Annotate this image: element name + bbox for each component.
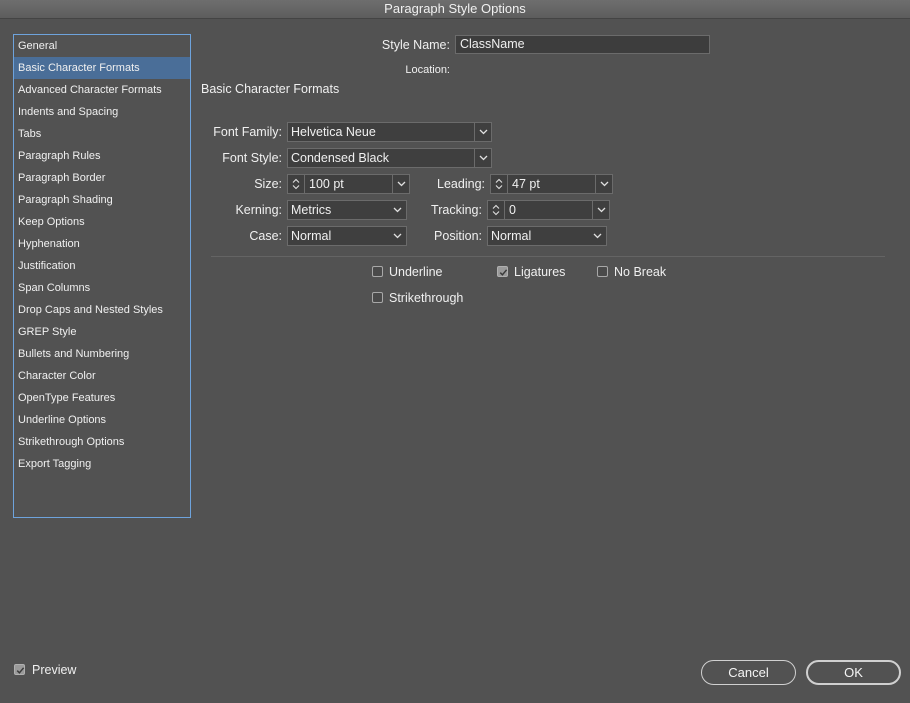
sidebar-item-general[interactable]: General [14, 35, 190, 57]
sidebar-item-indents-and-spacing[interactable]: Indents and Spacing [14, 101, 190, 123]
font-family-label: Font Family: [213, 125, 282, 139]
sidebar-item-hyphenation[interactable]: Hyphenation [14, 233, 190, 255]
checkmark-icon [16, 667, 25, 674]
position-label: Position: [434, 229, 482, 243]
stepper-icon[interactable] [491, 175, 508, 193]
font-style-value: Condensed Black [291, 151, 389, 165]
no-break-label: No Break [614, 265, 667, 279]
style-name-label: Style Name: [381, 38, 450, 52]
window-title: Paragraph Style Options [0, 0, 910, 19]
tracking-value: 0 [509, 203, 516, 217]
kerning-dropdown[interactable]: Metrics [287, 200, 407, 220]
strikethrough-label: Strikethrough [389, 291, 464, 305]
no-break-checkbox[interactable] [597, 266, 608, 277]
case-value: Normal [291, 229, 332, 243]
sidebar-item-paragraph-border[interactable]: Paragraph Border [14, 167, 190, 189]
style-name-field[interactable]: ClassName [455, 35, 710, 54]
cancel-button[interactable]: Cancel [701, 660, 796, 685]
sidebar-item-opentype-features[interactable]: OpenType Features [14, 387, 190, 409]
sidebar-item-span-columns[interactable]: Span Columns [14, 277, 190, 299]
leading-value: 47 pt [512, 177, 540, 191]
preview-checkbox[interactable] [14, 664, 25, 675]
underline-label: Underline [389, 265, 443, 279]
kerning-label: Kerning: [235, 203, 282, 217]
stepper-icon[interactable] [288, 175, 305, 193]
preview-label: Preview [32, 663, 77, 677]
font-style-dropdown[interactable]: Condensed Black [287, 148, 492, 168]
size-field[interactable]: 100 pt [287, 174, 410, 194]
sidebar-item-tabs[interactable]: Tabs [14, 123, 190, 145]
chevron-down-icon[interactable] [589, 227, 606, 245]
font-family-dropdown[interactable]: Helvetica Neue [287, 122, 492, 142]
chevron-down-icon[interactable] [474, 149, 491, 167]
kerning-value: Metrics [291, 203, 332, 217]
sidebar-item-justification[interactable]: Justification [14, 255, 190, 277]
leading-label: Leading: [437, 177, 485, 191]
leading-field[interactable]: 47 pt [490, 174, 613, 194]
sidebar-item-advanced-character-formats[interactable]: Advanced Character Formats [14, 79, 190, 101]
sidebar-item-drop-caps[interactable]: Drop Caps and Nested Styles [14, 299, 190, 321]
category-list[interactable]: General Basic Character Formats Advanced… [13, 34, 191, 518]
underline-checkbox[interactable] [372, 266, 383, 277]
checkmark-icon [499, 269, 508, 276]
position-dropdown[interactable]: Normal [487, 226, 607, 246]
tracking-field[interactable]: 0 [487, 200, 610, 220]
chevron-down-icon[interactable] [474, 123, 491, 141]
size-value: 100 pt [309, 177, 344, 191]
font-family-value: Helvetica Neue [291, 125, 376, 139]
chevron-down-icon[interactable] [592, 201, 609, 219]
sidebar-item-bullets-and-numbering[interactable]: Bullets and Numbering [14, 343, 190, 365]
sidebar-item-keep-options[interactable]: Keep Options [14, 211, 190, 233]
ligatures-label: Ligatures [514, 265, 566, 279]
sidebar-item-paragraph-shading[interactable]: Paragraph Shading [14, 189, 190, 211]
case-dropdown[interactable]: Normal [287, 226, 407, 246]
sidebar-item-basic-character-formats[interactable]: Basic Character Formats [14, 57, 190, 79]
sidebar-item-grep-style[interactable]: GREP Style [14, 321, 190, 343]
font-style-label: Font Style: [222, 151, 282, 165]
strikethrough-checkbox[interactable] [372, 292, 383, 303]
case-label: Case: [249, 229, 282, 243]
tracking-label: Tracking: [431, 203, 482, 217]
stepper-icon[interactable] [488, 201, 505, 219]
section-divider [211, 256, 885, 257]
sidebar-item-character-color[interactable]: Character Color [14, 365, 190, 387]
location-label: Location: [405, 64, 450, 76]
sidebar-item-underline-options[interactable]: Underline Options [14, 409, 190, 431]
ligatures-checkbox[interactable] [497, 266, 508, 277]
chevron-down-icon[interactable] [595, 175, 612, 193]
sidebar-item-paragraph-rules[interactable]: Paragraph Rules [14, 145, 190, 167]
position-value: Normal [491, 229, 532, 243]
section-heading: Basic Character Formats [201, 82, 340, 96]
sidebar-item-strikethrough-options[interactable]: Strikethrough Options [14, 431, 190, 453]
sidebar-item-export-tagging[interactable]: Export Tagging [14, 453, 190, 475]
ok-button[interactable]: OK [806, 660, 901, 685]
size-label: Size: [254, 177, 282, 191]
